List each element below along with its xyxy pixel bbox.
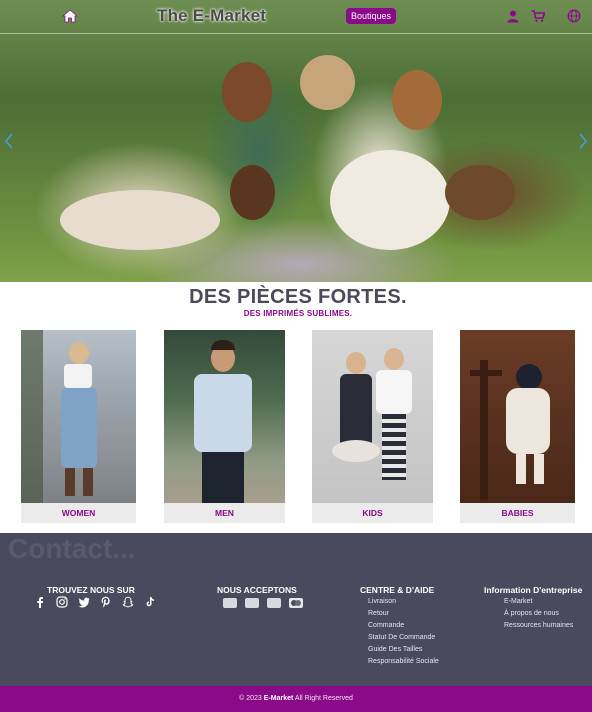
category-label-women[interactable]: WOMEN — [21, 503, 136, 523]
category-label-men[interactable]: MEN — [164, 503, 285, 523]
help-link-livraison[interactable]: Livraison — [368, 598, 396, 605]
section-title: DES PIÈCES FORTES. — [189, 286, 407, 308]
contact-watermark: Contact... — [8, 533, 136, 564]
category-label-kids[interactable]: KIDS — [312, 503, 433, 523]
facebook-icon[interactable] — [34, 596, 46, 608]
follow-title: TROUVEZ NOUS SUR — [47, 585, 135, 595]
mastercard-icon — [289, 598, 303, 608]
brand-title[interactable]: The E-Market — [157, 6, 266, 26]
copyright-prefix: © 2023 — [239, 695, 264, 702]
snapchat-icon[interactable] — [122, 596, 134, 608]
pinterest-icon[interactable] — [100, 596, 112, 608]
info-link-emarket[interactable]: E-Market — [504, 598, 532, 605]
paypal-icon — [223, 598, 237, 608]
help-link-responsabilite[interactable]: Responsabilité Sociale — [368, 658, 439, 665]
help-link-retour[interactable]: Retour — [368, 610, 389, 617]
hero-banner: The E-Market Boutiques — [0, 0, 592, 282]
copyright-suffix: All Right Reserved — [293, 695, 353, 702]
hero-image — [0, 0, 592, 282]
category-card-kids[interactable]: KIDS — [312, 330, 433, 523]
info-title: Information D'entreprise — [484, 585, 583, 595]
women-photo — [21, 330, 136, 503]
amex-icon — [267, 598, 281, 608]
category-card-women[interactable]: WOMEN — [21, 330, 136, 523]
cart-icon[interactable] — [531, 9, 545, 23]
instagram-icon[interactable] — [56, 596, 68, 608]
help-link-guide[interactable]: Guide Des Tailles — [368, 646, 422, 653]
info-link-hr[interactable]: Ressources humaines — [504, 622, 573, 629]
boutiques-button[interactable]: Boutiques — [346, 8, 397, 24]
help-link-commande[interactable]: Commande — [368, 622, 404, 629]
twitter-icon[interactable] — [78, 596, 90, 608]
category-card-babies[interactable]: BABIES — [460, 330, 575, 523]
accept-title: NOUS ACCEPTONS — [217, 585, 297, 595]
babies-photo — [460, 330, 575, 503]
visa-icon — [245, 598, 259, 608]
help-link-statut[interactable]: Statut De Commande — [368, 634, 435, 641]
user-icon[interactable] — [506, 9, 520, 23]
home-icon[interactable] — [62, 8, 78, 24]
top-nav: The E-Market Boutiques — [0, 0, 592, 34]
help-title: CENTRE & D'AIDE — [360, 585, 435, 595]
category-label-babies[interactable]: BABIES — [460, 503, 575, 523]
tiktok-icon[interactable] — [144, 596, 156, 608]
kids-photo — [312, 330, 433, 503]
section-subtitle: DES IMPRIMÉS SUBLIMES. — [243, 309, 353, 318]
category-card-men[interactable]: MEN — [164, 330, 285, 523]
chevron-right-icon[interactable] — [578, 132, 588, 150]
chevron-left-icon[interactable] — [4, 132, 14, 150]
men-photo — [164, 330, 285, 503]
info-link-about[interactable]: À propos de nous — [504, 610, 559, 617]
copyright-brand: E-Market — [263, 695, 294, 702]
copyright-bar: © 2023 E-Market All Right Reserved — [0, 686, 592, 712]
globe-icon[interactable] — [567, 9, 581, 23]
